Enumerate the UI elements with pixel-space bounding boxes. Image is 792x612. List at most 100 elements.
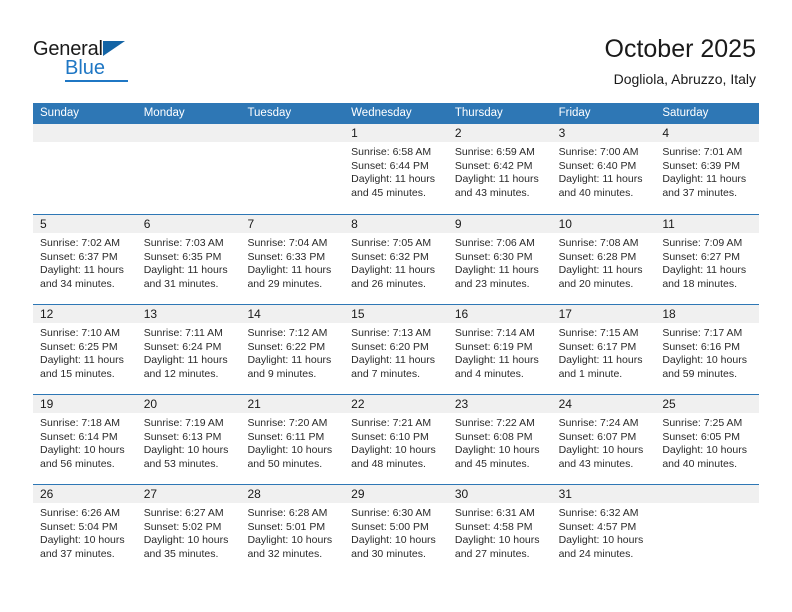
daylight-text-line1: Daylight: 11 hours xyxy=(558,264,643,277)
day-number: 13 xyxy=(143,307,158,321)
daylight-text-line1: Daylight: 10 hours xyxy=(247,444,333,457)
sunset-text: Sunset: 5:00 PM xyxy=(351,520,429,533)
calendar-day-cell[interactable]: 28 Sunrise: 6:28 AM Sunset: 5:01 PM Dayligh… xyxy=(240,485,345,574)
calendar-day-cell[interactable]: 3 Sunrise: 7:00 AM Sunset: 6:40 PM Daylight… xyxy=(551,124,656,214)
calendar-day-cell[interactable]: 15 Sunrise: 7:13 AM Sunset: 6:20 PM Dayligh… xyxy=(344,305,448,394)
sunrise-text: Sunrise: 7:09 AM xyxy=(662,237,743,249)
daylight-text-line1: Daylight: 11 hours xyxy=(662,173,747,186)
sunset-text: Sunset: 6:13 PM xyxy=(143,430,222,443)
day-details: Sunrise: 7:12 AM Sunset: 6:22 PM Daylight:… xyxy=(240,323,344,381)
calendar-day-cell[interactable]: 29 Sunrise: 6:30 AM Sunset: 5:00 PM Dayligh… xyxy=(344,485,448,574)
day-number-band: 5 xyxy=(33,215,137,233)
calendar-day-cell[interactable]: 31 Sunrise: 6:32 AM Sunset: 4:57 PM Dayligh… xyxy=(551,485,656,574)
day-number-band: 12 xyxy=(33,305,137,323)
sunrise-text: Sunrise: 7:17 AM xyxy=(662,327,743,339)
calendar-day-cell[interactable]: 24 Sunrise: 7:24 AM Sunset: 6:07 PM Dayligh… xyxy=(551,395,656,484)
day-number: 1 xyxy=(351,126,358,140)
calendar-day-cell[interactable]: 12 Sunrise: 7:10 AM Sunset: 6:25 PM Dayligh… xyxy=(33,305,137,394)
calendar-day-cell[interactable]: 25 Sunrise: 7:25 AM Sunset: 6:05 PM Dayligh… xyxy=(655,395,760,484)
day-details: Sunrise: 7:01 AM Sunset: 6:39 PM Daylight:… xyxy=(655,142,759,200)
day-details: Sunrise: 6:31 AM Sunset: 4:58 PM Daylight:… xyxy=(448,503,552,561)
calendar-day-cell[interactable]: 27 Sunrise: 6:27 AM Sunset: 5:02 PM Dayligh… xyxy=(136,485,241,574)
sunset-text: Sunset: 4:57 PM xyxy=(558,520,637,533)
calendar-day-cell[interactable]: 30 Sunrise: 6:31 AM Sunset: 4:58 PM Dayligh… xyxy=(447,485,552,574)
sunset-text: Sunset: 6:16 PM xyxy=(662,340,740,353)
daylight-text-line1: Daylight: 10 hours xyxy=(662,444,747,457)
day-number: 18 xyxy=(662,307,676,321)
calendar-day-cell[interactable]: 21 Sunrise: 7:20 AM Sunset: 6:11 PM Dayligh… xyxy=(240,395,345,484)
weekday-header-thursday: Thursday xyxy=(454,107,503,119)
calendar-day-cell[interactable]: 19 Sunrise: 7:18 AM Sunset: 6:14 PM Dayligh… xyxy=(33,395,137,484)
calendar-day-cell[interactable]: 8 Sunrise: 7:05 AM Sunset: 6:32 PM Daylight… xyxy=(344,215,448,304)
calendar-day-cell[interactable]: 11 Sunrise: 7:09 AM Sunset: 6:27 PM Dayligh… xyxy=(655,215,760,304)
day-details: Sunrise: 7:14 AM Sunset: 6:19 PM Daylight:… xyxy=(448,323,552,381)
calendar-day-cell[interactable]: 2 Sunrise: 6:59 AM Sunset: 6:42 PM Daylight… xyxy=(447,124,552,214)
title-block: October 2025 Dogliola, Abruzzo, Italy xyxy=(605,34,757,89)
day-number: 14 xyxy=(247,307,261,321)
calendar-day-cell[interactable]: 1 Sunrise: 6:58 AM Sunset: 6:44 PM Daylight… xyxy=(344,124,448,214)
calendar-day-cell[interactable]: 22 Sunrise: 7:21 AM Sunset: 6:10 PM Dayligh… xyxy=(344,395,448,484)
day-number-band: 25 xyxy=(655,395,760,413)
daylight-text-line1: Daylight: 11 hours xyxy=(558,173,643,186)
day-number: 22 xyxy=(351,397,365,411)
calendar-day-cell[interactable]: 7 Sunrise: 7:04 AM Sunset: 6:33 PM Daylight… xyxy=(240,215,345,304)
day-number-band: 15 xyxy=(344,305,448,323)
calendar-day-cell[interactable]: 18 Sunrise: 7:17 AM Sunset: 6:16 PM Dayligh… xyxy=(655,305,760,394)
calendar-day-cell[interactable]: 23 Sunrise: 7:22 AM Sunset: 6:08 PM Dayligh… xyxy=(447,395,552,484)
calendar-day-cell[interactable]: 14 Sunrise: 7:12 AM Sunset: 6:22 PM Dayligh… xyxy=(240,305,345,394)
day-number: 9 xyxy=(454,217,462,231)
sunrise-text: Sunrise: 7:02 AM xyxy=(40,237,120,249)
day-details: Sunrise: 7:24 AM Sunset: 6:07 PM Daylight:… xyxy=(552,413,656,471)
calendar-day-cell[interactable]: 4 Sunrise: 7:01 AM Sunset: 6:39 PM Daylight… xyxy=(655,124,760,214)
daylight-text-line1: Daylight: 10 hours xyxy=(662,354,747,367)
page-location: Dogliola, Abruzzo, Italy xyxy=(613,71,756,87)
daylight-text-line2: and 40 minutes. xyxy=(558,186,634,199)
daylight-text-line1: Daylight: 10 hours xyxy=(143,534,229,547)
weekday-header-saturday: Saturday xyxy=(662,107,709,119)
daylight-text-line2: and 4 minutes. xyxy=(454,367,524,380)
calendar-day-cell[interactable]: 17 Sunrise: 7:15 AM Sunset: 6:17 PM Dayligh… xyxy=(551,305,656,394)
sunrise-text: Sunrise: 6:59 AM xyxy=(454,146,535,158)
calendar-day-cell[interactable]: 6 Sunrise: 7:03 AM Sunset: 6:35 PM Daylight… xyxy=(136,215,241,304)
sunrise-text: Sunrise: 6:58 AM xyxy=(351,146,432,158)
calendar-day-cell[interactable]: 5 Sunrise: 7:02 AM Sunset: 6:37 PM Daylight… xyxy=(33,215,137,304)
daylight-text-line2: and 1 minute. xyxy=(558,367,623,380)
day-number-band: 21 xyxy=(240,395,345,413)
day-number-band: 27 xyxy=(136,485,241,503)
day-details: Sunrise: 7:06 AM Sunset: 6:30 PM Daylight:… xyxy=(448,233,552,291)
day-number: 11 xyxy=(662,217,675,231)
sunrise-text: Sunrise: 6:28 AM xyxy=(247,507,328,519)
calendar-grid: Sunday Monday Tuesday Wednesday Thursday Frid… xyxy=(33,103,760,574)
day-number-band: 6 xyxy=(136,215,241,233)
calendar-day-cell[interactable]: 16 Sunrise: 7:14 AM Sunset: 6:19 PM Dayligh… xyxy=(447,305,552,394)
daylight-text-line2: and 45 minutes. xyxy=(454,457,530,470)
daylight-text-line1: Daylight: 11 hours xyxy=(454,173,539,186)
daylight-text-line2: and 29 minutes. xyxy=(247,277,323,290)
day-number: 23 xyxy=(454,397,469,411)
day-details: Sunrise: 7:20 AM Sunset: 6:11 PM Daylight:… xyxy=(240,413,344,471)
sunrise-text: Sunrise: 7:14 AM xyxy=(454,327,535,339)
calendar-day-cell[interactable]: 26 Sunrise: 6:26 AM Sunset: 5:04 PM Dayligh… xyxy=(33,485,137,574)
sunset-text: Sunset: 6:30 PM xyxy=(454,250,533,263)
day-details: Sunrise: 7:04 AM Sunset: 6:33 PM Daylight:… xyxy=(240,233,344,291)
day-details: Sunrise: 7:10 AM Sunset: 6:25 PM Daylight:… xyxy=(33,323,137,381)
day-number: 10 xyxy=(558,217,572,231)
day-number-band: 19 xyxy=(33,395,137,413)
day-number-band: 24 xyxy=(551,395,656,413)
day-details: Sunrise: 7:02 AM Sunset: 6:37 PM Daylight:… xyxy=(33,233,137,291)
day-number-band: 31 xyxy=(551,485,656,503)
calendar-day-cell[interactable]: 10 Sunrise: 7:08 AM Sunset: 6:28 PM Dayligh… xyxy=(551,215,656,304)
day-number: 8 xyxy=(351,217,358,231)
calendar-week-row: 1 Sunrise: 6:58 AM Sunset: 6:44 PM Daylight… xyxy=(33,124,760,214)
calendar-day-cell[interactable]: 20 Sunrise: 7:19 AM Sunset: 6:13 PM Dayligh… xyxy=(136,395,241,484)
daylight-text-line2: and 30 minutes. xyxy=(351,547,426,560)
calendar-day-cell[interactable]: 9 Sunrise: 7:06 AM Sunset: 6:30 PM Daylight… xyxy=(447,215,552,304)
daylight-text-line2: and 9 minutes. xyxy=(247,367,317,380)
day-number: 24 xyxy=(558,397,572,411)
daylight-text-line2: and 43 minutes. xyxy=(558,457,634,470)
day-number: 31 xyxy=(558,487,572,501)
daylight-text-line1: Daylight: 10 hours xyxy=(558,444,644,457)
page-title: October 2025 xyxy=(604,35,757,63)
day-number-band: 10 xyxy=(551,215,656,233)
calendar-day-cell[interactable]: 13 Sunrise: 7:11 AM Sunset: 6:24 PM Dayligh… xyxy=(136,305,241,394)
